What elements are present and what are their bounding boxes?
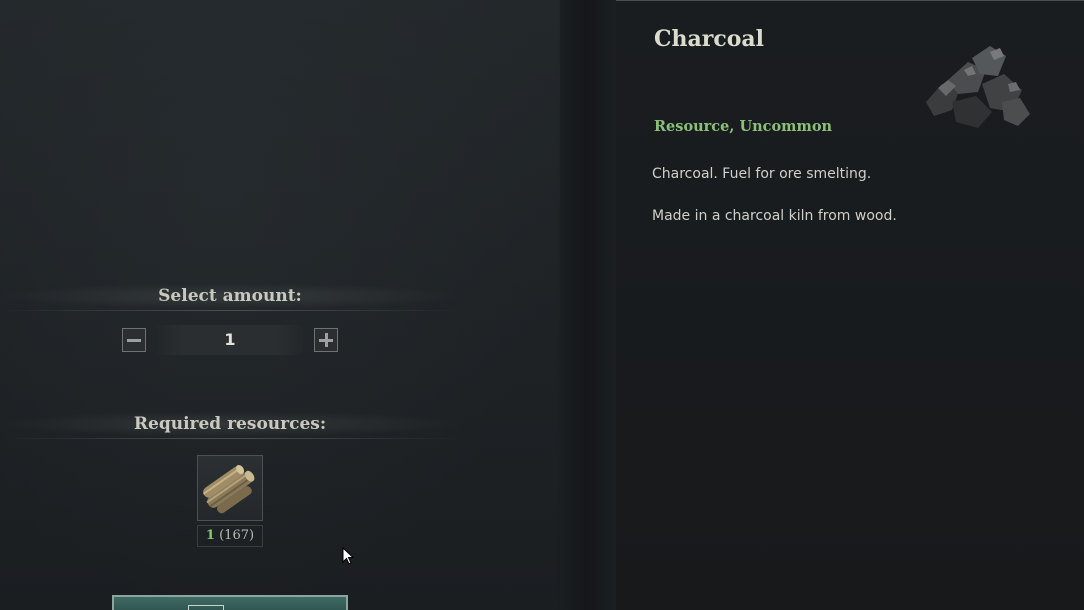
amount-value: 1 <box>224 330 236 349</box>
required-resources-header: Required resources: <box>0 411 460 439</box>
top-divider <box>616 0 1084 1</box>
panel-divider <box>556 0 616 610</box>
resource-slot-wood[interactable] <box>197 455 263 521</box>
required-amount: 1 <box>205 528 215 543</box>
item-source: Made in a charcoal kiln from wood. <box>652 208 897 224</box>
minus-icon <box>127 339 141 342</box>
mouse-cursor <box>342 547 354 565</box>
decrease-amount-button[interactable] <box>122 328 146 352</box>
charcoal-icon <box>926 46 1030 128</box>
header-divider <box>0 310 460 311</box>
select-amount-header: Select amount: <box>0 283 460 311</box>
item-category: Resource, Uncommon <box>654 118 833 135</box>
item-description: Charcoal. Fuel for ore smelting. <box>652 166 872 182</box>
wood-log-icon <box>202 464 255 514</box>
header-divider <box>0 438 460 439</box>
item-name: Charcoal <box>654 26 765 52</box>
required-resources-label: Required resources: <box>133 414 327 434</box>
resource-count-wood: 1 (167) <box>197 525 263 547</box>
increase-amount-button[interactable] <box>314 328 338 352</box>
craft-button[interactable] <box>112 595 348 610</box>
amount-input[interactable]: 1 <box>157 325 303 355</box>
select-amount-label: Select amount: <box>158 286 302 306</box>
owned-amount: (167) <box>219 528 255 543</box>
craft-button-icon <box>188 605 224 610</box>
